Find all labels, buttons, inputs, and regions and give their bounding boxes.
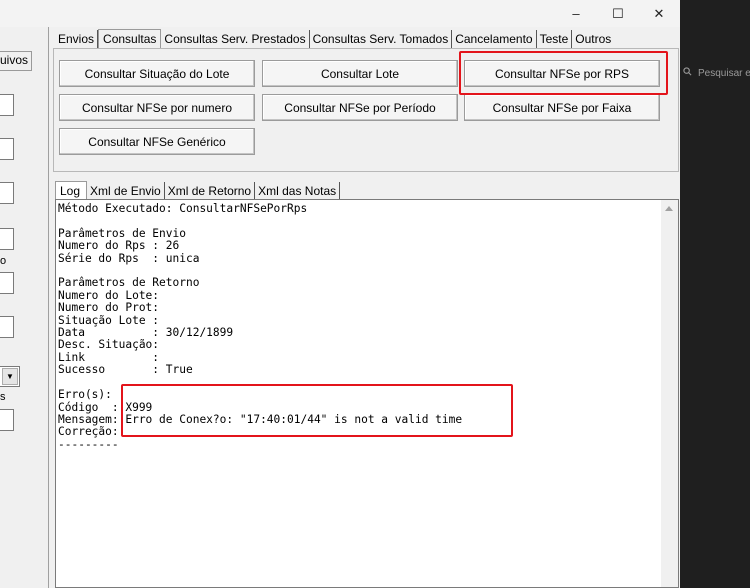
main-tab-strip: Envios Consultas Consultas Serv. Prestad… xyxy=(55,28,614,49)
left-field-3[interactable] xyxy=(0,182,14,204)
left-field-5[interactable] xyxy=(0,272,14,294)
left-field-7[interactable] xyxy=(0,409,14,431)
tab-consultas[interactable]: Consultas xyxy=(98,29,162,49)
tab-cancelamento[interactable]: Cancelamento xyxy=(452,30,537,48)
consultar-nfse-por-periodo-button[interactable]: Consultar NFSe por Período xyxy=(262,94,458,121)
tab-envios[interactable]: Envios xyxy=(55,30,99,48)
tab-log[interactable]: Log xyxy=(55,181,88,201)
left-field-2[interactable] xyxy=(0,138,14,160)
tab-xml-notas[interactable]: Xml das Notas xyxy=(255,182,341,200)
search-placeholder: Pesquisar e xyxy=(698,67,750,79)
left-panel: uivos o ▼ s xyxy=(0,27,49,588)
consultar-nfse-generico-button[interactable]: Consultar NFSe Genérico xyxy=(59,128,255,155)
consultar-nfse-por-numero-button[interactable]: Consultar NFSe por numero xyxy=(59,94,255,121)
maximize-icon: ☐ xyxy=(612,5,624,21)
title-bar: – ☐ ✕ xyxy=(0,0,680,27)
left-field-6[interactable] xyxy=(0,316,14,338)
tab-consultas-serv-prestados[interactable]: Consultas Serv. Prestados xyxy=(161,30,310,48)
tab-xml-envio[interactable]: Xml de Envio xyxy=(87,182,165,200)
background-search-box[interactable]: Pesquisar e xyxy=(681,60,750,86)
highlight-error-message xyxy=(121,384,513,437)
tab-consultas-serv-tomados[interactable]: Consultas Serv. Tomados xyxy=(310,30,453,48)
background-app-area xyxy=(681,0,750,588)
consultar-nfse-por-faixa-button[interactable]: Consultar NFSe por Faixa xyxy=(464,94,660,121)
left-field-4[interactable] xyxy=(0,228,14,250)
search-icon xyxy=(683,67,692,79)
scroll-up-icon[interactable] xyxy=(665,206,673,211)
highlight-rps-button xyxy=(459,51,668,95)
left-label-o: o xyxy=(0,255,7,267)
log-scrollbar[interactable] xyxy=(661,200,678,587)
tab-teste[interactable]: Teste xyxy=(537,30,573,48)
consultar-situacao-lote-button[interactable]: Consultar Situação do Lote xyxy=(59,60,255,87)
maximize-button[interactable]: ☐ xyxy=(597,0,639,27)
left-label-s: s xyxy=(0,391,6,403)
left-tab-label: uivos xyxy=(0,53,29,67)
minimize-button[interactable]: – xyxy=(555,0,597,27)
tab-outros[interactable]: Outros xyxy=(572,30,614,48)
left-combo[interactable]: ▼ xyxy=(0,366,20,387)
consultar-lote-button[interactable]: Consultar Lote xyxy=(262,60,458,87)
close-icon: ✕ xyxy=(653,5,665,21)
left-tab-fragment[interactable]: uivos xyxy=(0,51,33,71)
log-tab-strip: Log Xml de Envio Xml de Retorno Xml das … xyxy=(55,180,341,201)
minimize-icon: – xyxy=(572,6,580,21)
tab-xml-retorno[interactable]: Xml de Retorno xyxy=(165,182,256,200)
close-button[interactable]: ✕ xyxy=(638,0,680,27)
chevron-down-icon[interactable]: ▼ xyxy=(2,368,18,385)
left-field-1[interactable] xyxy=(0,94,14,116)
